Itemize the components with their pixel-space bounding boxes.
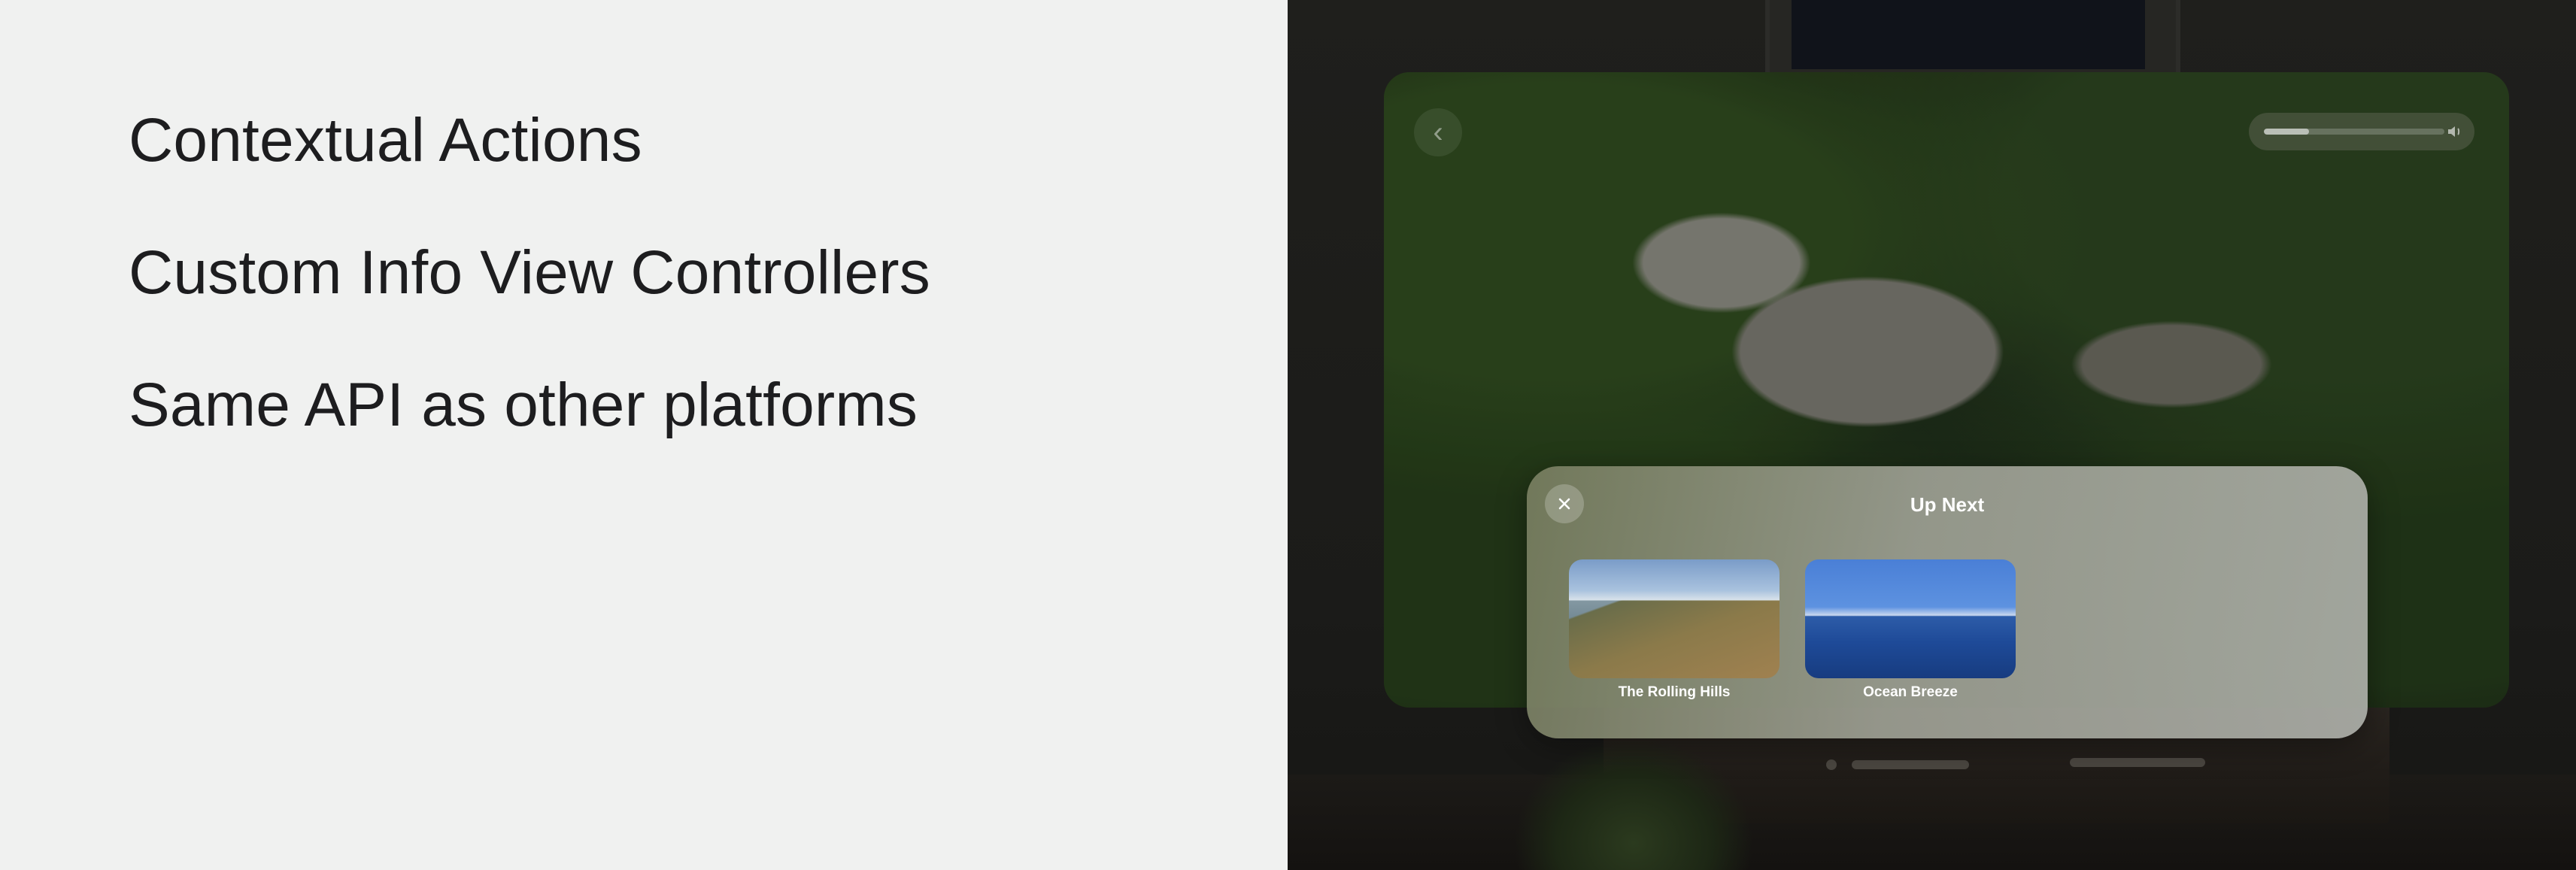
bullet-same-api: Same API as other platforms (129, 371, 918, 439)
up-next-title: Up Next (1910, 493, 1985, 516)
bullet-contextual-actions: Contextual Actions (129, 106, 642, 174)
slide-text-panel: Contextual Actions Custom Info View Cont… (0, 0, 1288, 870)
up-next-item-label[interactable]: The Rolling Hills (1569, 684, 1780, 701)
wall-screen (1792, 0, 2145, 69)
up-next-item-label[interactable]: Ocean Breeze (1805, 684, 2016, 701)
chevron-left-icon: ‹ (1433, 116, 1443, 149)
up-next-item-thumbnail[interactable] (1805, 559, 2016, 678)
volume-slider-fill (2264, 129, 2309, 135)
volume-slider[interactable] (2264, 129, 2444, 135)
back-button[interactable]: ‹ (1414, 108, 1462, 156)
vision-environment: ‹ Up Next The Rolling Hills Ocean Breeze (1288, 0, 2576, 870)
up-next-panel: Up Next The Rolling Hills Ocean Breeze (1527, 466, 2368, 738)
volume-control[interactable] (2249, 113, 2474, 150)
speaker-icon (2448, 126, 2460, 137)
stand-slot (2070, 758, 2205, 767)
stand-indicator (1826, 759, 1837, 770)
up-next-item-thumbnail[interactable] (1569, 559, 1780, 678)
stand-slot (1852, 760, 1969, 769)
bullet-custom-info-view-controllers: Custom Info View Controllers (129, 238, 930, 307)
plant (1513, 737, 1754, 870)
